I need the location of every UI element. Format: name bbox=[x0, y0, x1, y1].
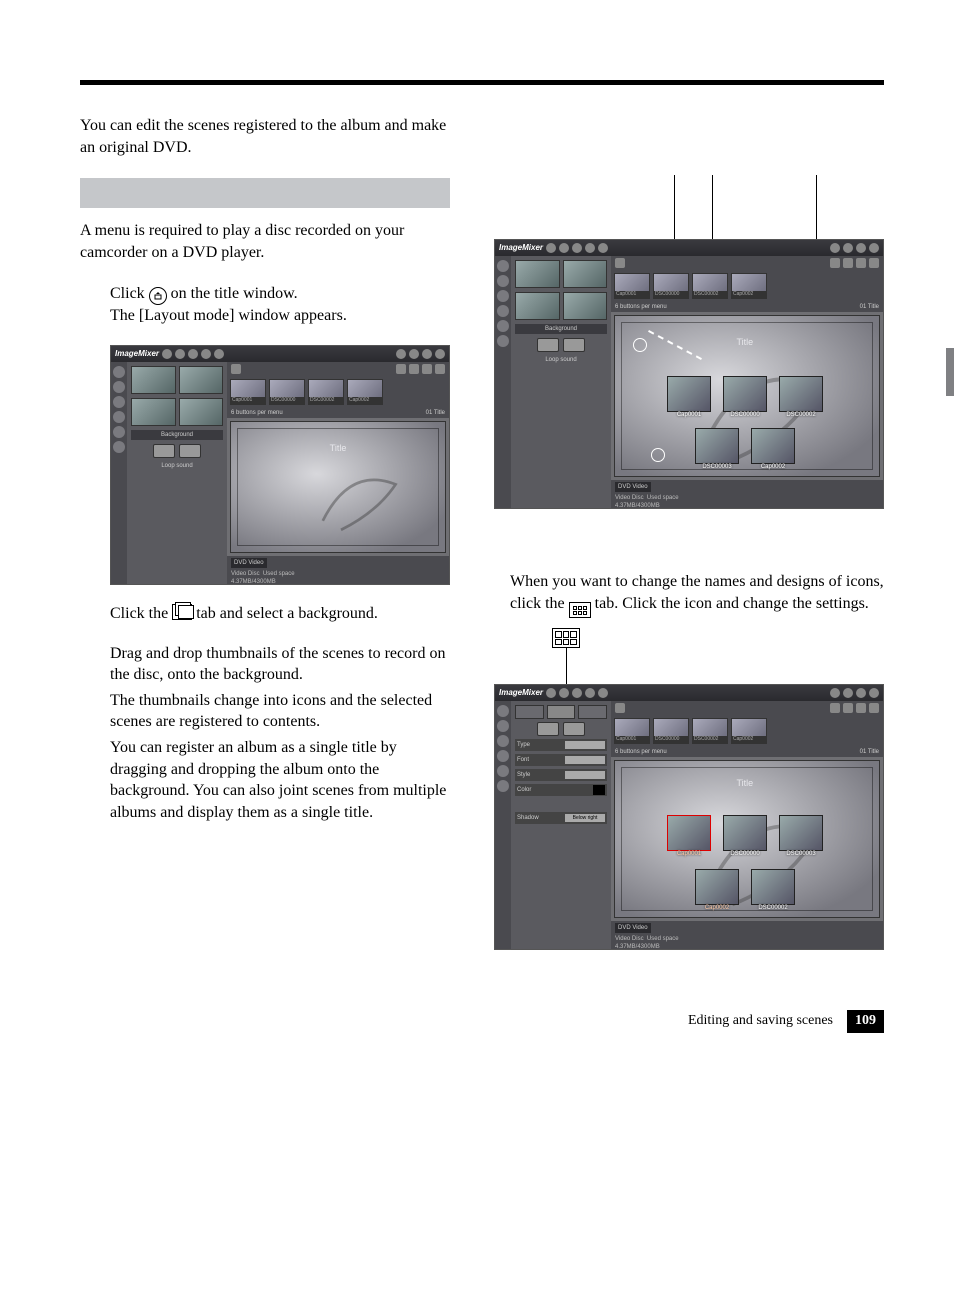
step1-line2: The [Layout mode] window appears. bbox=[110, 305, 450, 327]
icon-design-tab-icon bbox=[569, 602, 591, 618]
step3-line3: You can register an album as a single ti… bbox=[110, 737, 450, 823]
page-edge-tab bbox=[946, 348, 954, 396]
page-number: 109 bbox=[847, 1010, 884, 1033]
step-3: Drag and drop thumbnails of the scenes t… bbox=[110, 643, 450, 824]
step1-post: on the title window. bbox=[171, 285, 298, 302]
screenshot-icon-settings: ImageMixer Type Font bbox=[494, 684, 884, 950]
step3-line2: The thumbnails change into icons and the… bbox=[110, 690, 450, 733]
intro-text: You can edit the scenes registered to th… bbox=[80, 115, 450, 158]
app-title: ImageMixer bbox=[115, 349, 159, 360]
loop-sound-label: Loop sound bbox=[131, 462, 223, 470]
circle-marker-2 bbox=[651, 448, 665, 462]
step-2: Click the tab and select a background. bbox=[110, 603, 450, 625]
screenshot-drag-drop-wrapper: ImageMixer Background bbox=[494, 205, 884, 509]
screenshot-icon-settings-wrapper: ImageMixer Type Font bbox=[494, 628, 884, 950]
right-paragraph: When you want to change the names and de… bbox=[510, 571, 884, 618]
background-tab-icon bbox=[172, 604, 192, 620]
canvas-title: Title bbox=[330, 442, 347, 454]
screenshot-drag-drop: ImageMixer Background bbox=[494, 239, 884, 509]
circle-marker-1 bbox=[633, 338, 647, 352]
section-heading-bar bbox=[80, 178, 450, 208]
page-footer: Editing and saving scenes 109 bbox=[80, 1010, 884, 1033]
step3-text: Drag and drop thumbnails of the scenes t… bbox=[110, 643, 450, 686]
footer-running: Editing and saving scenes bbox=[688, 1012, 833, 1031]
layout-mode-icon bbox=[149, 287, 167, 305]
step2-pre: Click the bbox=[110, 605, 172, 622]
section-description: A menu is required to play a disc record… bbox=[80, 220, 450, 263]
screenshot-layout-mode: ImageMixer Background Loop sound bbox=[110, 345, 450, 585]
icon-design-tab-callout bbox=[552, 628, 580, 648]
background-label: Background bbox=[131, 430, 223, 440]
step2-post: tab and select a background. bbox=[196, 605, 378, 622]
step1-pre: Click bbox=[110, 285, 149, 302]
step-1: Click on the title window. The [Layout m… bbox=[110, 283, 450, 327]
